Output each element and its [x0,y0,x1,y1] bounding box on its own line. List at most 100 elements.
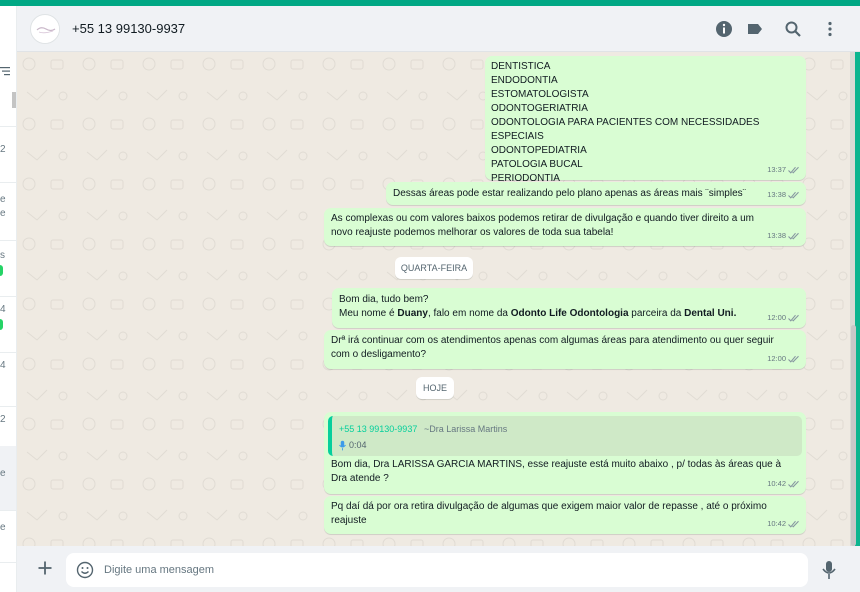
message-line: Meu nome é Duany, falo em nome da Odonto… [339,307,736,321]
company-name: Odonto Life Odontologia [510,308,629,319]
double-check-icon [788,191,799,199]
message-text: Bom dia, tudo bem? Meu nome é Duany, fal… [339,293,736,321]
message-composer [17,546,860,592]
quoted-author: ~Dra Larissa Martins [424,424,508,434]
date-separator: QUARTA-FEIRA [395,257,473,279]
message-bubble-outgoing[interactable]: Pq daí dá por ora retira divulgação de a… [324,496,806,534]
message-text: Bom dia, Dra LARISSA GARCIA MARTINS, ess… [331,458,781,486]
chat-header[interactable]: +55 13 99130-9937 [17,6,860,52]
chat-list-item[interactable]: 4 [0,360,12,371]
contact-name[interactable]: +55 13 99130-9937 [72,21,185,36]
unread-badge [0,319,3,330]
quoted-sender: +55 13 99130-9937 [339,424,418,434]
emoji-icon[interactable] [76,561,94,579]
message-bubble-outgoing[interactable]: Drª irá continuar com os atendimentos ap… [324,330,806,369]
message-line: com o desligamento? [331,349,427,360]
message-line: Bom dia, tudo bem? [339,294,429,305]
message-text: As complexas ou com valores baixos podem… [331,212,754,240]
chat-list-item[interactable]: s [0,250,12,261]
filter-icon[interactable] [0,66,10,76]
text-fragment: Meu nome é [339,308,398,319]
divider [0,182,16,183]
divider [0,126,16,127]
message-input[interactable] [104,561,794,579]
chat-list-item[interactable]: e [0,208,12,219]
double-check-icon [788,520,799,528]
menu-icon[interactable] [821,20,839,38]
conversation-scrollbar[interactable] [851,325,856,546]
message-text: Pq daí dá por ora retira divulgação de a… [331,500,767,528]
message-line: ODONTOLOGIA PARA PACIENTES COM NECESSIDA… [491,117,760,142]
divider [0,562,16,563]
message-line: Pq daí dá por ora retira divulgação de a… [331,501,767,512]
message-text: Dessas áreas pode estar realizando pelo … [393,188,746,199]
message-line: ODONTOPEDIATRIA [491,145,587,156]
message-input-container[interactable] [66,553,808,587]
message-time: 13:38 [767,190,786,199]
conversation-panel[interactable]: DENTISTICA ENDODONTIA ESTOMATOLOGISTA OD… [17,52,850,546]
message-time: 12:00 [767,354,786,363]
message-line: ESTOMATOLOGISTA [491,89,589,100]
message-time: 10:42 [767,479,786,488]
mic-small-icon [339,440,346,450]
message-line: Dra atende ? [331,473,389,484]
date-separator: HOJE [416,377,454,399]
specialties-list: DENTISTICA ENDODONTIA ESTOMATOLOGISTA OD… [491,60,806,186]
avatar-logo-icon [32,16,59,43]
double-check-icon [788,355,799,363]
message-line: PATOLOGIA BUCAL [491,159,583,170]
partner-name: Dental Uni. [684,308,737,319]
chat-list-item[interactable]: 4 [0,304,12,315]
chat-list-item[interactable]: 2 [0,414,12,425]
quoted-message[interactable]: +55 13 99130-9937 ~Dra Larissa Martins 0… [328,416,802,456]
message-bubble-outgoing[interactable]: DENTISTICA ENDODONTIA ESTOMATOLOGISTA OD… [485,56,806,184]
message-line: As complexas ou com valores baixos podem… [331,213,754,224]
message-bubble-outgoing[interactable]: +55 13 99130-9937 ~Dra Larissa Martins 0… [324,412,806,494]
message-line: DENTISTICA [491,61,551,72]
message-time: 13:38 [767,231,786,240]
message-line: novo reajuste podemos melhorar os valore… [331,227,614,238]
info-icon[interactable] [715,20,733,38]
quoted-audio: 0:04 [339,438,367,452]
divider [0,240,16,241]
text-fragment: parceira da [628,308,685,319]
message-meta: 12:00 [767,352,800,366]
message-meta: 12:00 [767,311,800,325]
message-line: reajuste [331,515,367,526]
chat-list-item[interactable]: e [0,194,12,205]
divider [0,406,16,407]
divider [0,352,16,353]
chat-list-item[interactable]: e [0,522,12,533]
chat-list-item[interactable]: 2 [0,144,12,155]
message-line: Drª irá continuar com os atendimentos ap… [331,335,774,346]
audio-duration: 0:04 [349,440,367,450]
double-check-icon [788,480,799,488]
avatar[interactable] [30,14,60,44]
message-bubble-outgoing[interactable]: Dessas áreas pode estar realizando pelo … [386,182,806,205]
message-line: Bom dia, Dra LARISSA GARCIA MARTINS, ess… [331,459,782,470]
message-time: 13:37 [767,165,786,174]
message-line: ENDODONTIA [491,75,558,86]
message-bubble-outgoing[interactable]: As complexas ou com valores baixos podem… [324,208,806,246]
message-meta: 13:38 [767,188,800,202]
chat-list-scrollbar[interactable] [12,92,16,108]
sender-name: Duany [397,308,428,319]
chat-list-pane: 2 e e s 4 4 2 e e [0,6,17,592]
plus-icon[interactable] [36,559,54,577]
message-bubble-outgoing[interactable]: Bom dia, tudo bem? Meu nome é Duany, fal… [332,288,806,328]
search-icon[interactable] [784,20,802,38]
message-meta: 10:42 [767,477,800,491]
message-time: 12:00 [767,313,786,322]
unread-badge [0,265,3,276]
label-icon[interactable] [746,20,764,38]
message-meta: 10:42 [767,517,800,531]
double-check-icon [788,232,799,240]
mic-icon[interactable] [821,560,837,580]
double-check-icon [788,314,799,322]
message-time: 10:42 [767,519,786,528]
divider [0,296,16,297]
message-line: ODONTOGERIATRIA [491,103,588,114]
divider [0,510,16,511]
message-text: Drª irá continuar com os atendimentos ap… [331,334,774,362]
chat-list-item[interactable]: e [0,468,12,479]
